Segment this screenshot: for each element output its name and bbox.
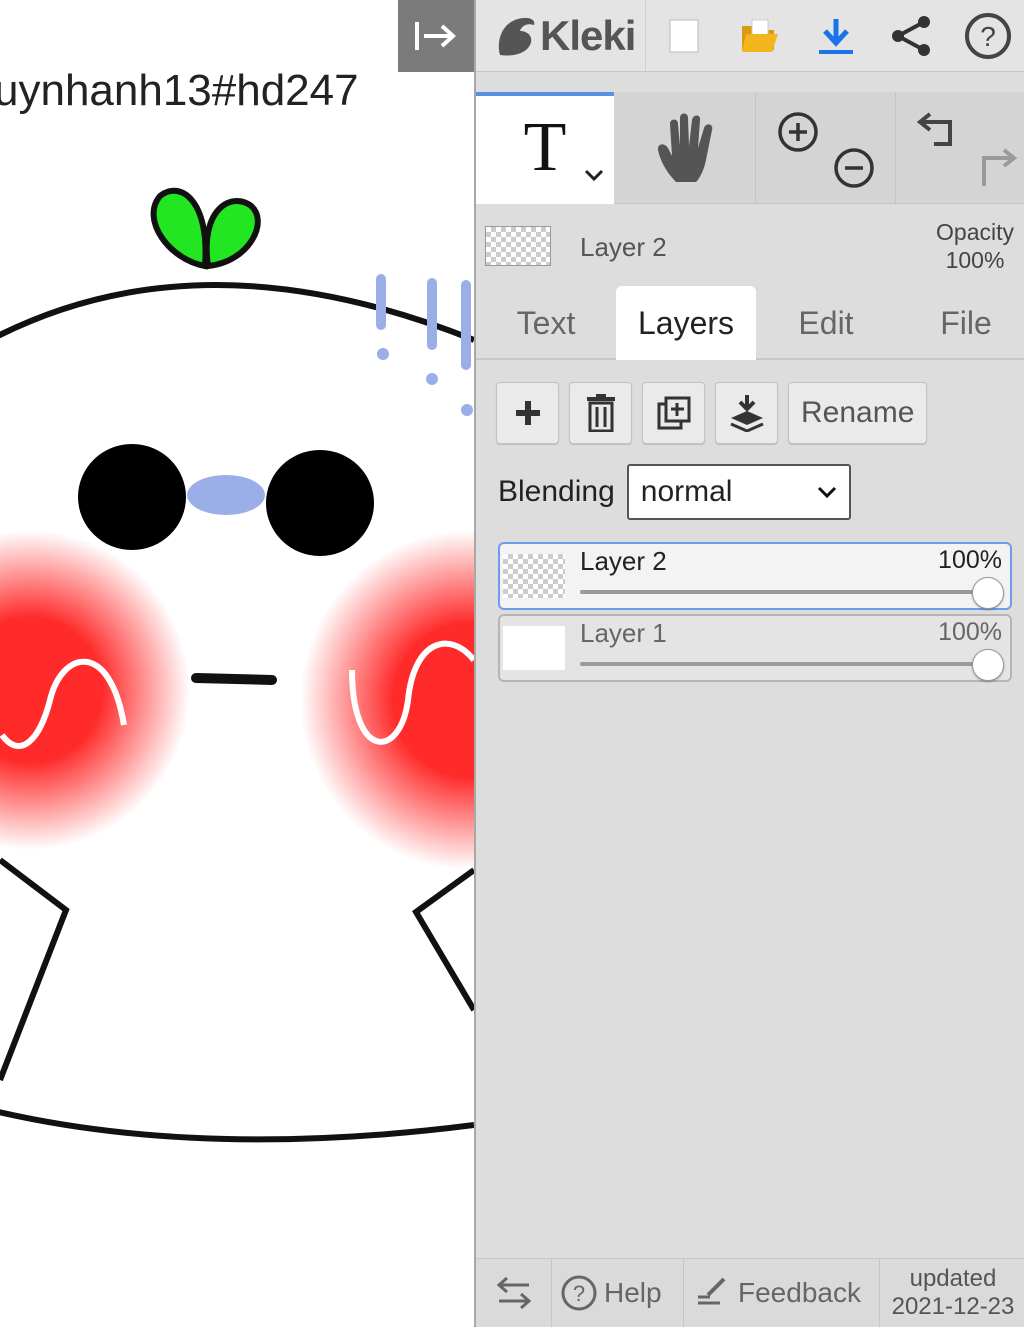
- download-icon: [819, 18, 853, 54]
- layer-name: Layer 2: [580, 546, 667, 576]
- text-tool-button[interactable]: T: [476, 92, 614, 204]
- canvas-text-object: uynhanh13#hd247: [0, 66, 359, 115]
- tool-row: T: [476, 92, 1024, 204]
- trash-icon: [586, 394, 615, 432]
- help-label: Help: [604, 1277, 662, 1308]
- tab-edit[interactable]: Edit: [756, 286, 896, 360]
- help-button[interactable]: ? Help: [552, 1258, 684, 1327]
- opacity-label: Opacity: [936, 219, 1014, 245]
- opacity-value: 100%: [945, 247, 1005, 273]
- zoom-out-icon[interactable]: [832, 146, 876, 190]
- open-folder-icon: [742, 19, 778, 52]
- updated-info: updated 2021-12-23: [880, 1259, 1024, 1327]
- swap-sidebar-button[interactable]: [476, 1258, 552, 1327]
- tab-text[interactable]: Text: [476, 286, 616, 360]
- rename-layer-button[interactable]: Rename: [788, 382, 928, 444]
- character-drawing: [0, 187, 474, 1143]
- blending-value: normal: [640, 475, 733, 508]
- feedback-label: Feedback: [738, 1277, 861, 1308]
- kleki-logo-icon: [498, 17, 535, 56]
- sidebar: Kleki ? T Layer 2 Opacity 100% Text Laye…: [474, 0, 1024, 1327]
- chevron-down-icon[interactable]: [584, 168, 604, 182]
- kleki-logo[interactable]: Kleki: [476, 0, 646, 72]
- new-image-icon: [669, 19, 699, 52]
- tab-layers[interactable]: Layers: [616, 286, 756, 360]
- layer-opacity-slider[interactable]: [580, 590, 990, 594]
- layer-opacity-slider[interactable]: [580, 662, 990, 666]
- svg-text:?: ?: [980, 21, 996, 52]
- duplicate-icon: [657, 396, 690, 430]
- layer-thumbnail: [503, 554, 565, 598]
- help-icon: ?: [965, 12, 1011, 59]
- app-name: Kleki: [540, 11, 636, 59]
- share-button[interactable]: [874, 0, 950, 72]
- blending-select[interactable]: normal: [626, 464, 851, 520]
- help-button-top[interactable]: ?: [950, 0, 1024, 72]
- text-tool-icon: T: [523, 109, 567, 186]
- merge-down-button[interactable]: [715, 382, 778, 444]
- tab-file[interactable]: File: [896, 286, 1024, 360]
- share-icon: [892, 15, 930, 56]
- collapse-arrow-icon: [415, 22, 456, 50]
- chevron-down-icon: [817, 486, 836, 499]
- tab-bar: Text Layers Edit File: [476, 286, 1024, 360]
- layer-actions: Rename: [496, 382, 928, 444]
- active-layer-name: Layer 2: [580, 232, 667, 262]
- feedback-button[interactable]: Feedback: [684, 1258, 880, 1327]
- drawing-canvas[interactable]: uynhanh13#hd247: [0, 0, 474, 1327]
- layer-opacity-slider-handle[interactable]: [972, 577, 1004, 609]
- swap-arrows-icon: [496, 1276, 531, 1310]
- collapse-sidebar-button[interactable]: [398, 0, 474, 72]
- layer-item-layer-2[interactable]: Layer 2 100%: [498, 542, 1012, 610]
- delete-layer-button[interactable]: [569, 382, 632, 444]
- blending-label: Blending: [498, 475, 615, 508]
- hand-tool-button[interactable]: [616, 92, 756, 204]
- active-layer-info: Layer 2 Opacity 100%: [476, 206, 1024, 284]
- add-layer-button[interactable]: [496, 382, 559, 444]
- zoom-group: [756, 92, 896, 204]
- bottom-bar: ? Help Feedback updated 2021-12-23: [476, 1258, 1024, 1327]
- help-circle-icon: ?: [561, 1275, 597, 1311]
- merge-down-icon: [729, 395, 764, 432]
- hand-icon: [657, 113, 712, 182]
- top-bar: Kleki ?: [476, 0, 1024, 72]
- layer-thumbnail: [503, 626, 565, 670]
- undo-icon[interactable]: [916, 110, 962, 154]
- layer-opacity-slider-handle[interactable]: [972, 649, 1004, 681]
- duplicate-layer-button[interactable]: [642, 382, 705, 444]
- plus-icon: [515, 401, 540, 425]
- zoom-in-icon[interactable]: [776, 110, 820, 154]
- open-button[interactable]: [722, 0, 798, 72]
- svg-text:?: ?: [573, 1281, 585, 1306]
- undo-redo-group: [896, 92, 1024, 204]
- redo-icon[interactable]: [972, 146, 1018, 190]
- feedback-pen-icon: [698, 1277, 726, 1305]
- download-button[interactable]: [798, 0, 874, 72]
- layer-opacity: 100%: [938, 618, 1002, 646]
- blending-row: Blending normal: [498, 464, 851, 520]
- layer-name: Layer 1: [580, 618, 667, 648]
- updated-label: updated: [909, 1265, 997, 1292]
- layer-item-layer-1[interactable]: Layer 1 100%: [498, 614, 1012, 682]
- updated-date: 2021-12-23: [891, 1293, 1015, 1320]
- active-layer-thumbnail: [485, 226, 551, 266]
- opacity-readout: Opacity 100%: [936, 218, 1014, 274]
- new-image-button[interactable]: [646, 0, 722, 72]
- layer-opacity: 100%: [938, 546, 1002, 574]
